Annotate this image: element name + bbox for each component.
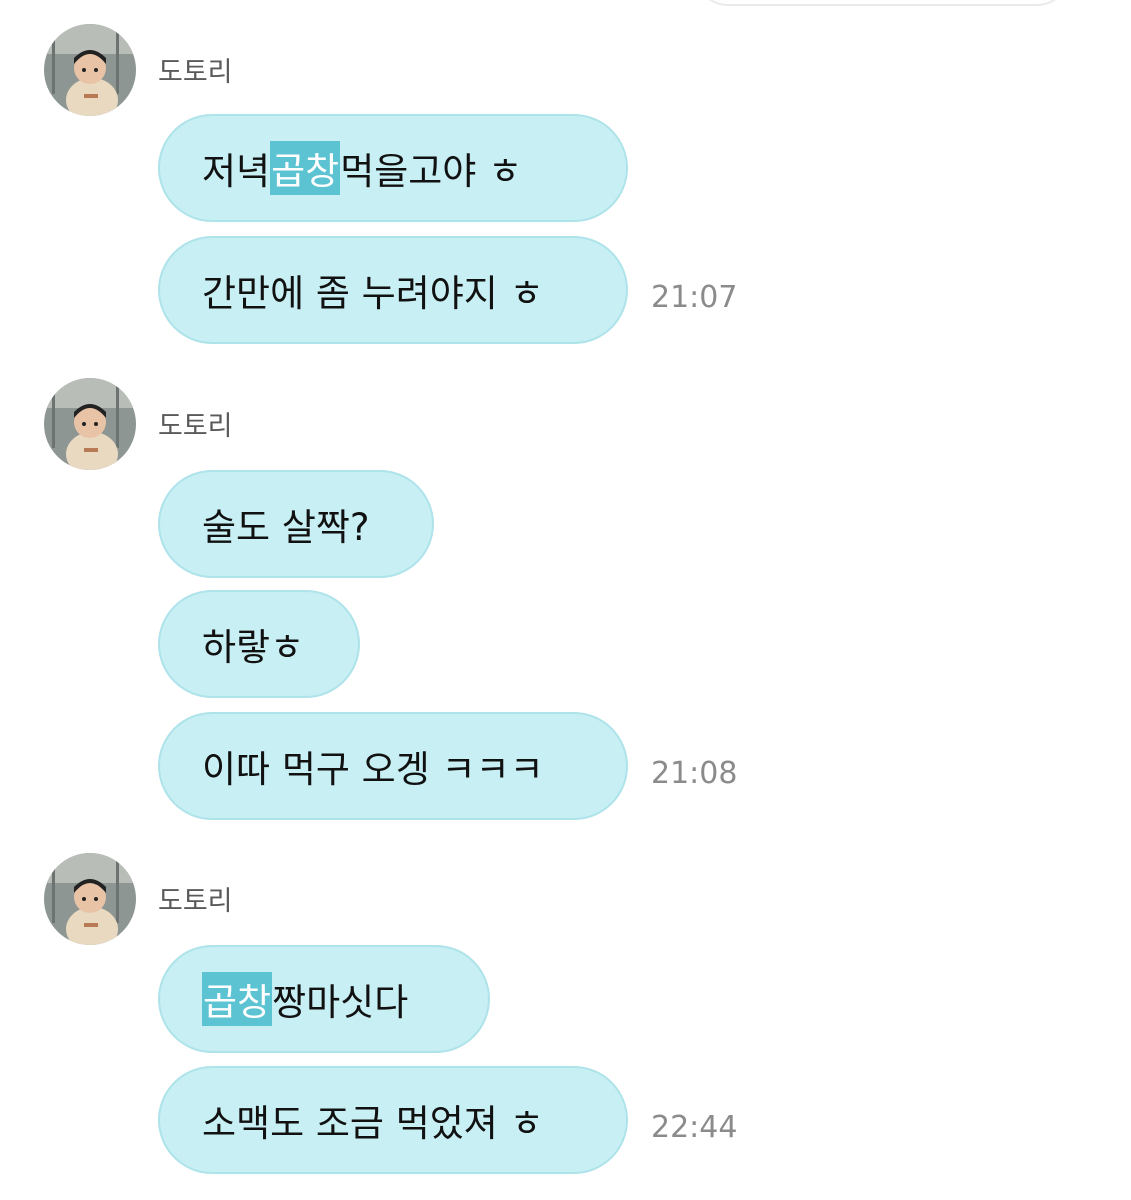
bubble-text: 간만에 좀 누려야지 ㅎ [202,272,544,315]
chat-bubble[interactable]: 곱창 짱마싯다 [158,945,490,1053]
bubble-text: 먹을고야 ㅎ [340,150,523,193]
chat-bubble[interactable]: 이따 먹구 오겡 ㅋㅋㅋ [158,712,628,820]
sender-name: 도토리 [158,411,233,442]
avatar[interactable] [44,24,136,116]
chat-bubble[interactable]: 간만에 좀 누려야지 ㅎ [158,236,628,344]
sender-name: 도토리 [158,57,233,88]
avatar[interactable] [44,853,136,945]
bubble-text: 이따 먹구 오겡 ㅋㅋㅋ [202,748,544,791]
sender-name: 도토리 [158,886,233,917]
avatar[interactable] [44,378,136,470]
bubble-text: 짱마싯다 [272,981,409,1024]
search-highlight: 곱창 [270,141,341,195]
search-highlight: 곱창 [202,972,273,1026]
bubble-text: 하랗ㅎ [202,626,305,669]
message-time: 22:44 [651,1110,738,1145]
message-time: 21:07 [651,280,738,315]
chat-bubble[interactable]: 저녁 곱창 먹을고야 ㅎ [158,114,628,222]
chat-bubble[interactable]: 소맥도 조금 먹었져 ㅎ [158,1066,628,1174]
bubble-text: 소맥도 조금 먹었져 ㅎ [202,1102,544,1145]
chat-bubble[interactable]: 하랗ㅎ [158,590,360,698]
chat-bubble[interactable]: 술도 살짝? [158,470,434,578]
previous-message-bubble [695,0,1070,6]
bubble-text: 술도 살짝? [202,506,370,549]
message-time: 21:08 [651,756,738,791]
bubble-text: 저녁 [202,150,271,193]
